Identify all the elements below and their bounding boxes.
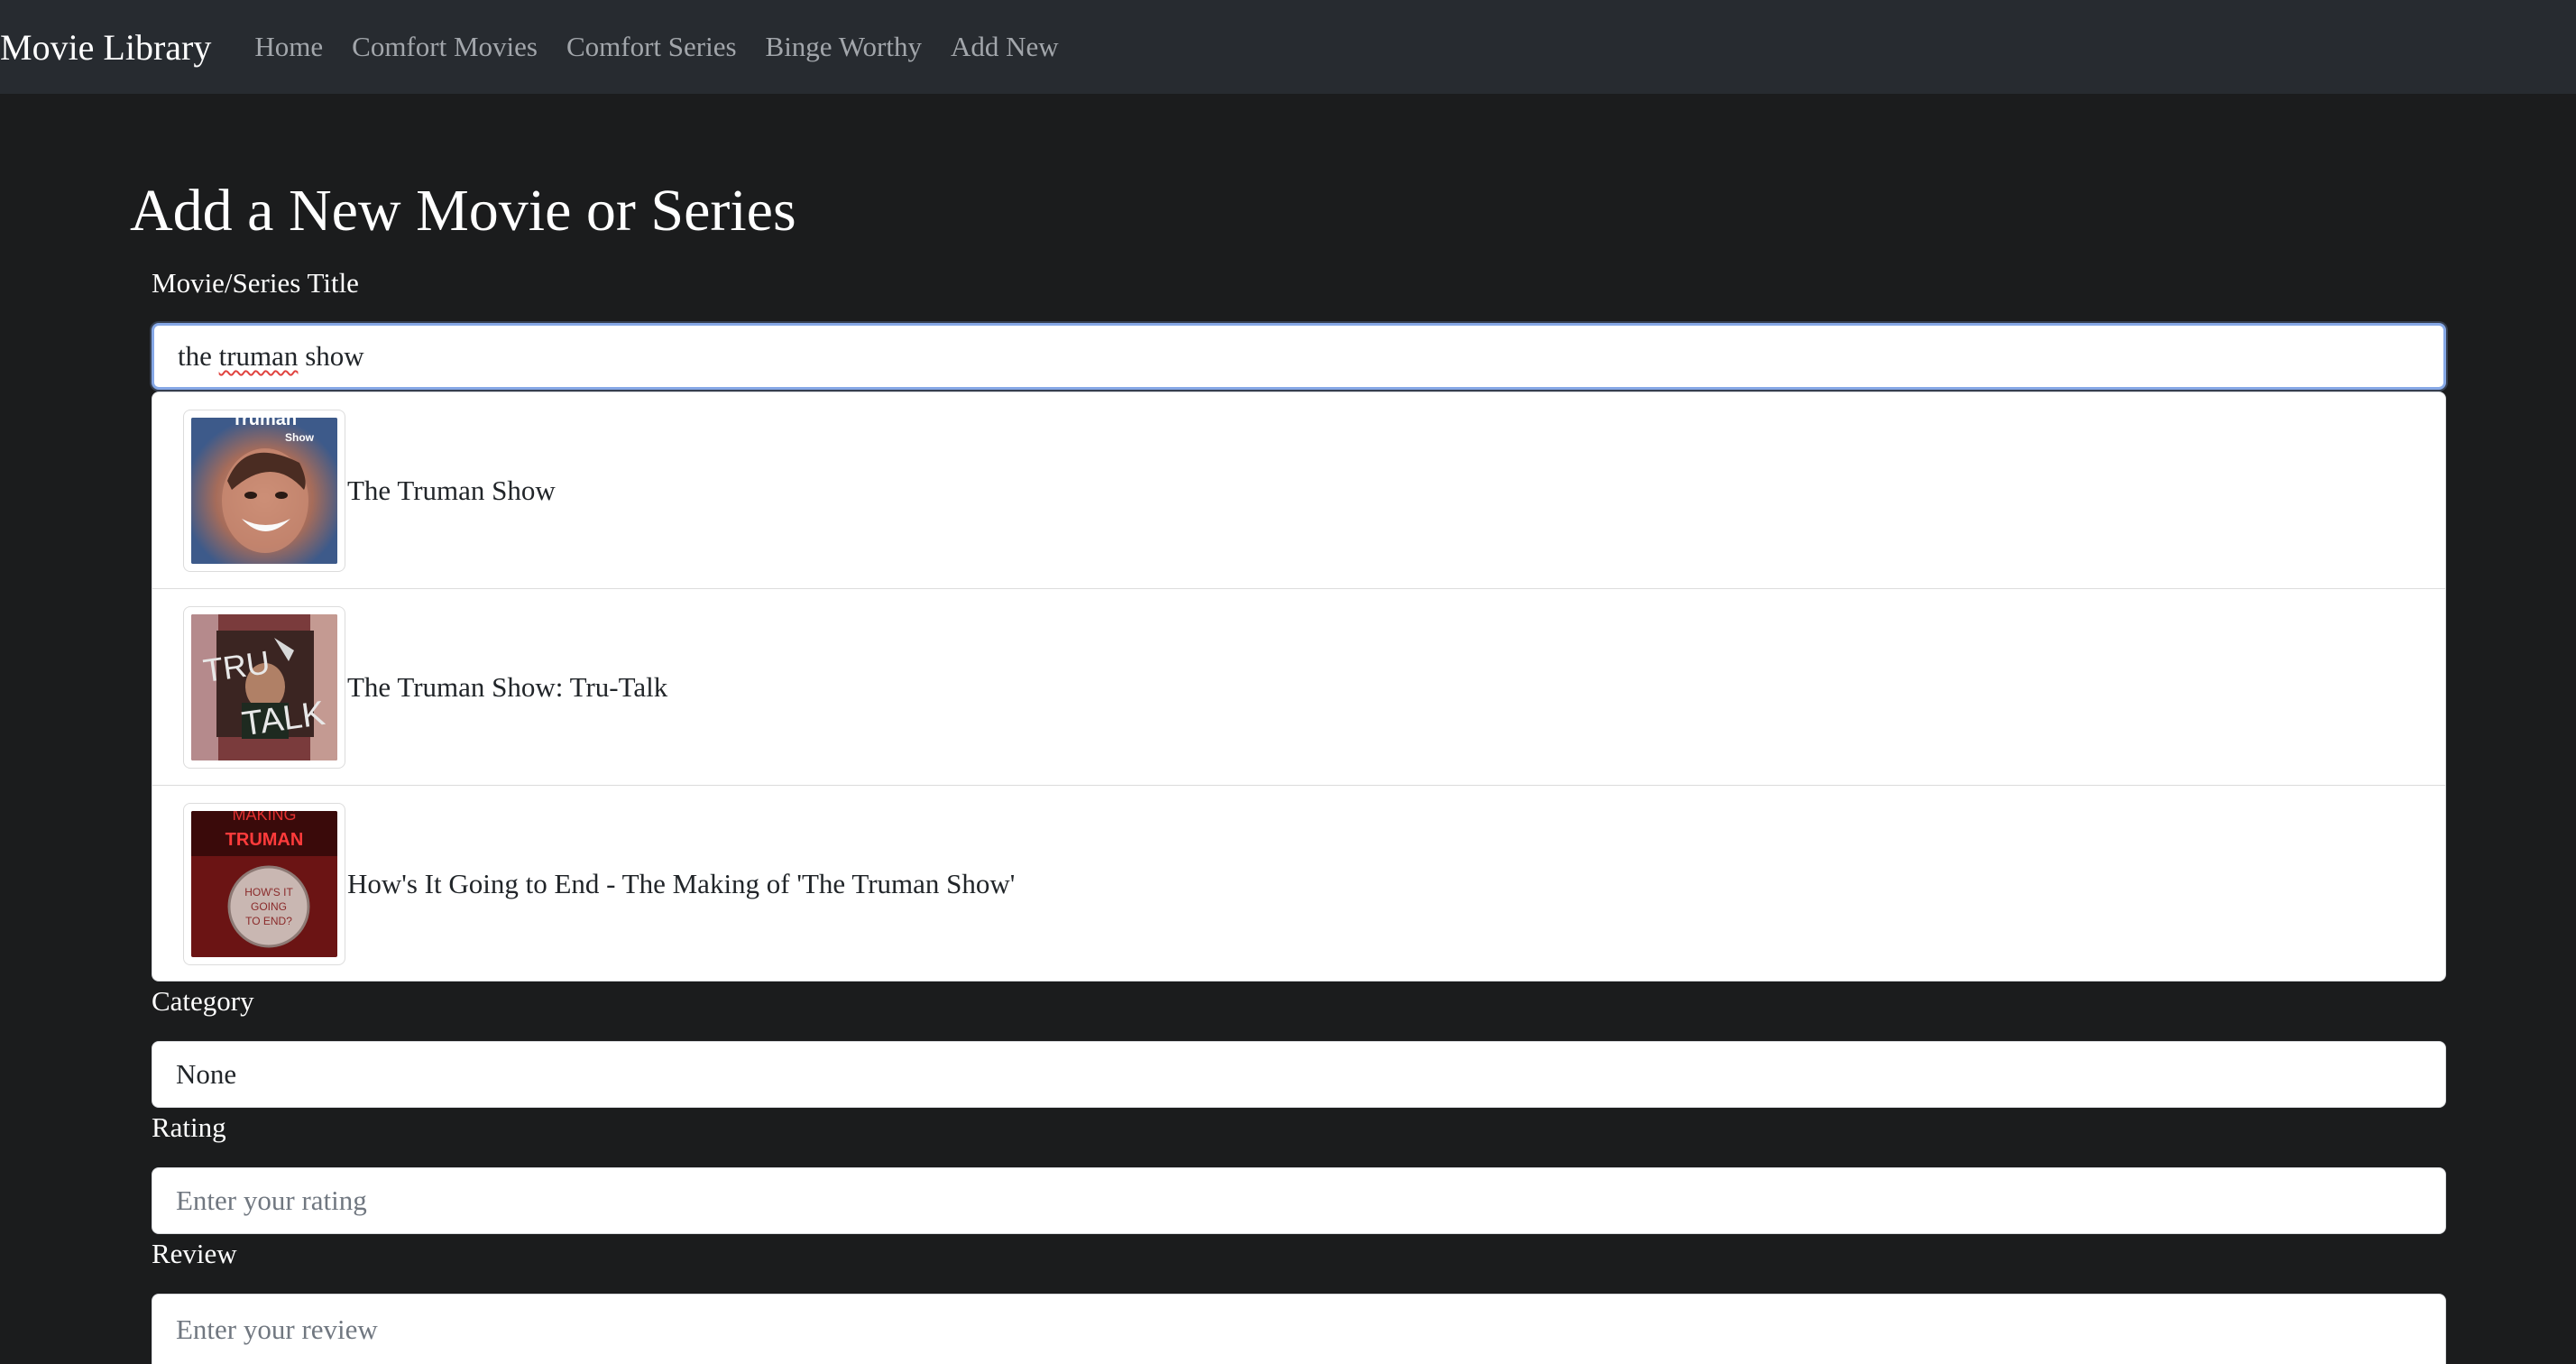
poster-thumbnail: TRU TALK — [183, 605, 345, 769]
nav-link-home[interactable]: Home — [254, 31, 323, 63]
title-input-text-prefix: the — [178, 340, 219, 372]
making-poster-text-1: MAKING — [232, 811, 296, 824]
truman-show-poster-icon: Truman Show — [191, 417, 337, 564]
title-input-value: the truman show — [178, 340, 364, 373]
truman-show-poster-graphic: Truman Show — [191, 417, 337, 564]
nav-link-comfort-movies[interactable]: Comfort Movies — [352, 31, 538, 63]
rating-field-label: Rating — [152, 1111, 226, 1143]
category-field-label: Category — [152, 985, 254, 1017]
tru-talk-poster-icon: TRU TALK — [191, 613, 337, 760]
making-poster-text-5: TO END? — [245, 915, 292, 927]
title-input[interactable]: the truman show — [152, 323, 2446, 390]
suggestion-item[interactable]: MAKING TRUMAN HOW'S IT GOING TO END? How… — [152, 786, 2445, 981]
navbar: Movie Library Home Comfort Movies Comfor… — [0, 0, 2576, 94]
making-poster-text-3: HOW'S IT — [244, 886, 293, 899]
category-select[interactable]: None — [152, 1041, 2446, 1108]
suggestion-title: The Truman Show — [347, 474, 556, 506]
page-title: Add a New Movie or Series — [130, 178, 796, 244]
brand-link[interactable]: Movie Library — [0, 26, 211, 69]
tru-talk-poster-graphic: TRU TALK — [191, 613, 337, 760]
suggestion-title: The Truman Show: Tru-Talk — [347, 670, 668, 703]
truman-poster-top-text: Truman — [232, 418, 297, 429]
suggestion-item[interactable]: Truman Show The Truman Show — [152, 392, 2445, 589]
review-input-field[interactable] — [176, 1313, 2422, 1346]
review-field-label: Review — [152, 1238, 237, 1269]
nav-link-add-new[interactable]: Add New — [951, 31, 1059, 63]
rating-input[interactable] — [152, 1167, 2446, 1234]
spellcheck-word: truman — [218, 340, 299, 372]
truman-poster-sub-text: Show — [285, 431, 315, 444]
suggestions-dropdown: Truman Show The Truman Show TRU TALK The… — [152, 392, 2446, 982]
poster-thumbnail: MAKING TRUMAN HOW'S IT GOING TO END? — [183, 803, 345, 965]
poster-thumbnail: Truman Show — [183, 409, 345, 572]
making-poster-text-2: TRUMAN — [225, 830, 304, 850]
making-of-poster-graphic: MAKING TRUMAN HOW'S IT GOING TO END? — [191, 811, 337, 957]
making-of-poster-icon: MAKING TRUMAN HOW'S IT GOING TO END? — [191, 811, 337, 957]
category-select-value: None — [176, 1058, 237, 1090]
nav-link-comfort-series[interactable]: Comfort Series — [566, 31, 737, 63]
review-textarea[interactable] — [152, 1294, 2446, 1364]
making-poster-text-4: GOING — [251, 900, 287, 913]
title-input-text-suffix: show — [298, 340, 364, 372]
rating-input-field[interactable] — [176, 1184, 2422, 1217]
nav-link-binge-worthy[interactable]: Binge Worthy — [766, 31, 922, 63]
suggestion-title: How's It Going to End - The Making of 'T… — [347, 868, 1016, 899]
title-field-label: Movie/Series Title — [152, 267, 359, 299]
suggestion-item[interactable]: TRU TALK The Truman Show: Tru-Talk — [152, 589, 2445, 786]
